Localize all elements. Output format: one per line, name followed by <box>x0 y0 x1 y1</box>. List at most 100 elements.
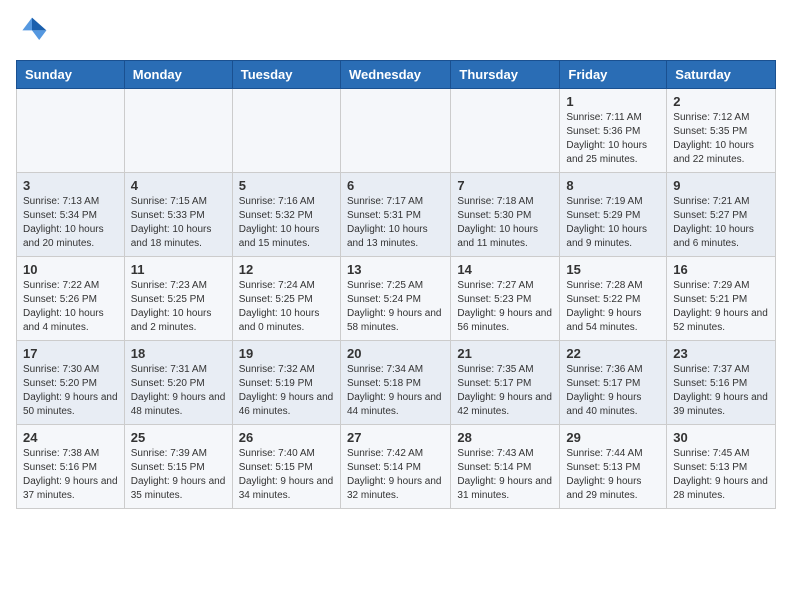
calendar-cell: 15 Sunrise: 7:28 AM Sunset: 5:22 PM Dayli… <box>560 257 667 341</box>
calendar-cell: 21 Sunrise: 7:35 AM Sunset: 5:17 PM Dayli… <box>451 341 560 425</box>
calendar-cell: 11 Sunrise: 7:23 AM Sunset: 5:25 PM Dayli… <box>124 257 232 341</box>
day-number: 13 <box>347 262 444 277</box>
day-info: Sunrise: 7:32 AM Sunset: 5:19 PM Dayligh… <box>239 363 334 419</box>
calendar-cell: 12 Sunrise: 7:24 AM Sunset: 5:25 PM Dayli… <box>232 257 340 341</box>
day-info: Sunrise: 7:24 AM Sunset: 5:25 PM Dayligh… <box>239 279 334 335</box>
calendar-cell: 1 Sunrise: 7:11 AM Sunset: 5:36 PM Daylig… <box>560 89 667 173</box>
day-number: 17 <box>23 346 118 361</box>
day-number: 26 <box>239 430 334 445</box>
day-info: Sunrise: 7:27 AM Sunset: 5:23 PM Dayligh… <box>457 279 553 335</box>
logo-icon <box>16 16 48 48</box>
calendar-cell: 24 Sunrise: 7:38 AM Sunset: 5:16 PM Dayli… <box>17 425 125 509</box>
day-info: Sunrise: 7:35 AM Sunset: 5:17 PM Dayligh… <box>457 363 553 419</box>
logo <box>16 16 52 48</box>
day-number: 18 <box>131 346 226 361</box>
day-number: 25 <box>131 430 226 445</box>
day-info: Sunrise: 7:39 AM Sunset: 5:15 PM Dayligh… <box>131 447 226 503</box>
day-info: Sunrise: 7:25 AM Sunset: 5:24 PM Dayligh… <box>347 279 444 335</box>
weekday-header: Sunday <box>17 61 125 89</box>
day-info: Sunrise: 7:44 AM Sunset: 5:13 PM Dayligh… <box>566 447 660 503</box>
calendar-cell: 17 Sunrise: 7:30 AM Sunset: 5:20 PM Dayli… <box>17 341 125 425</box>
day-info: Sunrise: 7:16 AM Sunset: 5:32 PM Dayligh… <box>239 195 334 251</box>
weekday-header: Saturday <box>667 61 776 89</box>
day-info: Sunrise: 7:23 AM Sunset: 5:25 PM Dayligh… <box>131 279 226 335</box>
calendar-week-row: 3Sunrise: 7:13 AM Sunset: 5:34 PM Daylig… <box>17 173 776 257</box>
day-info: Sunrise: 7:21 AM Sunset: 5:27 PM Dayligh… <box>673 195 769 251</box>
day-info: Sunrise: 7:31 AM Sunset: 5:20 PM Dayligh… <box>131 363 226 419</box>
weekday-header: Friday <box>560 61 667 89</box>
day-number: 23 <box>673 346 769 361</box>
calendar-cell: 26Sunrise: 7:40 AM Sunset: 5:15 PM Dayli… <box>232 425 340 509</box>
day-number: 8 <box>566 178 660 193</box>
weekday-header: Tuesday <box>232 61 340 89</box>
calendar-cell: 4Sunrise: 7:15 AM Sunset: 5:33 PM Daylig… <box>124 173 232 257</box>
day-number: 30 <box>673 430 769 445</box>
day-number: 4 <box>131 178 226 193</box>
weekday-header: Thursday <box>451 61 560 89</box>
day-info: Sunrise: 7:28 AM Sunset: 5:22 PM Dayligh… <box>566 279 660 335</box>
calendar-cell: 8 Sunrise: 7:19 AM Sunset: 5:29 PM Daylig… <box>560 173 667 257</box>
calendar-cell <box>124 89 232 173</box>
calendar-cell: 30Sunrise: 7:45 AM Sunset: 5:13 PM Dayli… <box>667 425 776 509</box>
day-number: 28 <box>457 430 553 445</box>
calendar-cell: 20Sunrise: 7:34 AM Sunset: 5:18 PM Dayli… <box>340 341 450 425</box>
day-info: Sunrise: 7:29 AM Sunset: 5:21 PM Dayligh… <box>673 279 769 335</box>
day-number: 27 <box>347 430 444 445</box>
weekday-header: Wednesday <box>340 61 450 89</box>
day-number: 11 <box>131 262 226 277</box>
calendar-cell: 18 Sunrise: 7:31 AM Sunset: 5:20 PM Dayli… <box>124 341 232 425</box>
day-number: 16 <box>673 262 769 277</box>
calendar-cell: 3Sunrise: 7:13 AM Sunset: 5:34 PM Daylig… <box>17 173 125 257</box>
calendar-cell: 22Sunrise: 7:36 AM Sunset: 5:17 PM Dayli… <box>560 341 667 425</box>
day-info: Sunrise: 7:17 AM Sunset: 5:31 PM Dayligh… <box>347 195 444 251</box>
calendar-week-row: 17 Sunrise: 7:30 AM Sunset: 5:20 PM Dayli… <box>17 341 776 425</box>
day-number: 24 <box>23 430 118 445</box>
day-number: 7 <box>457 178 553 193</box>
calendar-cell <box>340 89 450 173</box>
day-info: Sunrise: 7:36 AM Sunset: 5:17 PM Dayligh… <box>566 363 660 419</box>
calendar-cell <box>17 89 125 173</box>
calendar-table: SundayMondayTuesdayWednesdayThursdayFrid… <box>16 60 776 509</box>
calendar-cell: 25 Sunrise: 7:39 AM Sunset: 5:15 PM Dayli… <box>124 425 232 509</box>
day-number: 5 <box>239 178 334 193</box>
day-number: 1 <box>566 94 660 109</box>
day-info: Sunrise: 7:18 AM Sunset: 5:30 PM Dayligh… <box>457 195 553 251</box>
calendar-week-row: 10 Sunrise: 7:22 AM Sunset: 5:26 PM Dayli… <box>17 257 776 341</box>
calendar-cell: 16 Sunrise: 7:29 AM Sunset: 5:21 PM Dayli… <box>667 257 776 341</box>
calendar-cell: 5 Sunrise: 7:16 AM Sunset: 5:32 PM Daylig… <box>232 173 340 257</box>
calendar-cell: 13 Sunrise: 7:25 AM Sunset: 5:24 PM Dayli… <box>340 257 450 341</box>
day-info: Sunrise: 7:11 AM Sunset: 5:36 PM Dayligh… <box>566 111 660 167</box>
day-info: Sunrise: 7:19 AM Sunset: 5:29 PM Dayligh… <box>566 195 660 251</box>
day-info: Sunrise: 7:30 AM Sunset: 5:20 PM Dayligh… <box>23 363 118 419</box>
calendar-cell: 9 Sunrise: 7:21 AM Sunset: 5:27 PM Daylig… <box>667 173 776 257</box>
day-info: Sunrise: 7:43 AM Sunset: 5:14 PM Dayligh… <box>457 447 553 503</box>
day-number: 10 <box>23 262 118 277</box>
calendar-cell: 10 Sunrise: 7:22 AM Sunset: 5:26 PM Dayli… <box>17 257 125 341</box>
calendar-cell <box>451 89 560 173</box>
weekday-header-row: SundayMondayTuesdayWednesdayThursdayFrid… <box>17 61 776 89</box>
calendar-cell: 23 Sunrise: 7:37 AM Sunset: 5:16 PM Dayli… <box>667 341 776 425</box>
calendar-cell: 6Sunrise: 7:17 AM Sunset: 5:31 PM Daylig… <box>340 173 450 257</box>
calendar-cell <box>232 89 340 173</box>
day-number: 9 <box>673 178 769 193</box>
day-number: 15 <box>566 262 660 277</box>
day-number: 3 <box>23 178 118 193</box>
day-number: 21 <box>457 346 553 361</box>
calendar-week-row: 1 Sunrise: 7:11 AM Sunset: 5:36 PM Daylig… <box>17 89 776 173</box>
calendar-cell: 7 Sunrise: 7:18 AM Sunset: 5:30 PM Daylig… <box>451 173 560 257</box>
calendar-cell: 28 Sunrise: 7:43 AM Sunset: 5:14 PM Dayli… <box>451 425 560 509</box>
day-info: Sunrise: 7:37 AM Sunset: 5:16 PM Dayligh… <box>673 363 769 419</box>
day-number: 2 <box>673 94 769 109</box>
calendar-cell: 29 Sunrise: 7:44 AM Sunset: 5:13 PM Dayli… <box>560 425 667 509</box>
day-info: Sunrise: 7:38 AM Sunset: 5:16 PM Dayligh… <box>23 447 118 503</box>
calendar-cell: 19 Sunrise: 7:32 AM Sunset: 5:19 PM Dayli… <box>232 341 340 425</box>
day-number: 19 <box>239 346 334 361</box>
header <box>16 16 776 48</box>
calendar-week-row: 24 Sunrise: 7:38 AM Sunset: 5:16 PM Dayli… <box>17 425 776 509</box>
day-number: 12 <box>239 262 334 277</box>
day-info: Sunrise: 7:42 AM Sunset: 5:14 PM Dayligh… <box>347 447 444 503</box>
day-info: Sunrise: 7:22 AM Sunset: 5:26 PM Dayligh… <box>23 279 118 335</box>
day-number: 29 <box>566 430 660 445</box>
calendar-cell: 2Sunrise: 7:12 AM Sunset: 5:35 PM Daylig… <box>667 89 776 173</box>
weekday-header: Monday <box>124 61 232 89</box>
